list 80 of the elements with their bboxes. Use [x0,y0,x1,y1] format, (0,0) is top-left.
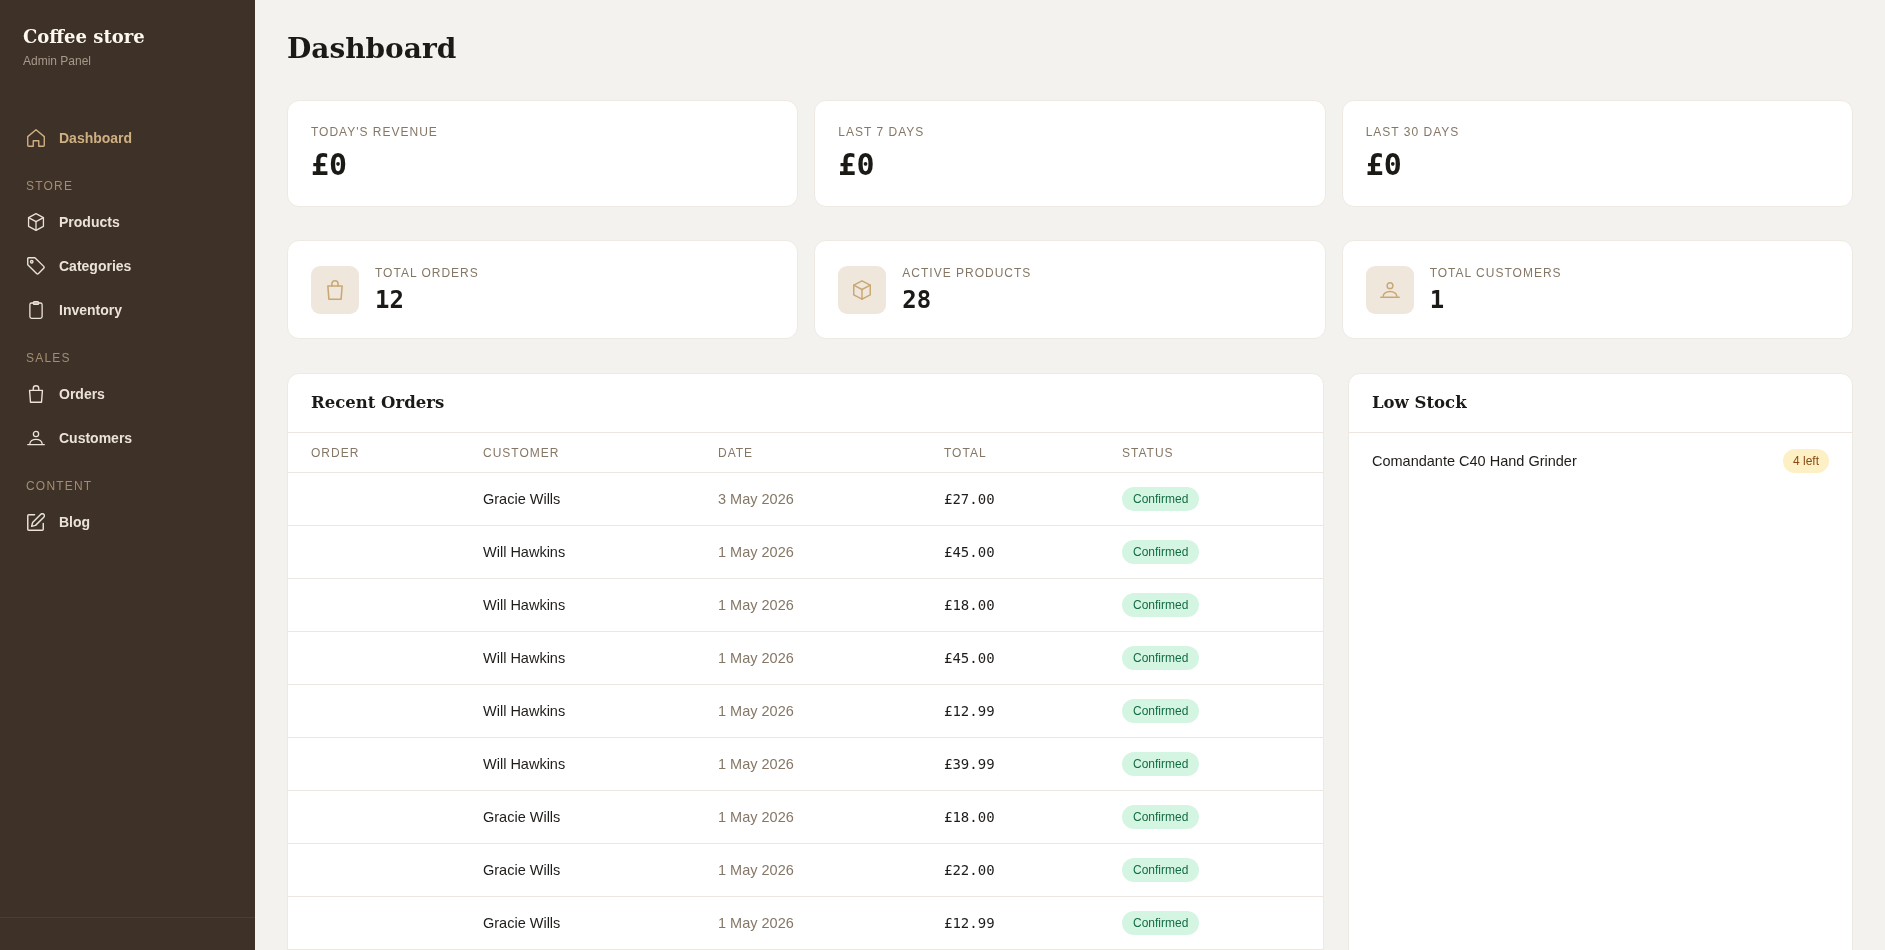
nav-item[interactable]: Products [16,200,131,244]
table-cell: £12.99 [944,914,995,932]
store-name: Coffee store [23,25,145,49]
nav-section-heading: CONTENT [26,478,93,494]
stat-label: TOTAL ORDERS [375,265,479,281]
table-cell: 1 May 2026 [718,808,794,826]
nav-item[interactable]: Inventory [16,288,133,332]
nav-item[interactable]: Dashboard [16,116,144,160]
shopping-bag-icon [27,385,45,403]
shopping-bag-icon [311,265,359,314]
box-icon [27,213,45,231]
table-cell: 1 May 2026 [718,914,794,932]
table-cell: Gracie Wills [483,914,561,932]
stat-label: ACTIVE PRODUCTS [902,265,1032,281]
status-badge: Confirmed [1122,752,1200,776]
panel-title: Low Stock [1372,392,1467,414]
status-badge: Confirmed [1122,540,1200,564]
table-cell: £45.00 [944,543,995,561]
house-icon [27,129,45,147]
person-icon [1365,265,1414,314]
stat-value: 1 [1429,286,1445,314]
stock-badge: 4 left [1783,449,1829,473]
column-header: DATE [718,444,754,461]
stat-label: TODAY'S REVENUE [311,124,438,140]
table-cell: 3 May 2026 [718,490,794,508]
person-icon [27,429,45,447]
table-cell: Gracie Wills [483,490,561,508]
table-cell: 1 May 2026 [718,543,794,561]
stat-label: LAST 30 DAYS [1365,124,1460,140]
status-badge: Confirmed [1122,858,1200,882]
table-cell: 1 May 2026 [718,649,794,667]
tag-icon [27,257,45,275]
pencil-square-icon [27,513,45,531]
nav-section-heading: SALES [26,350,71,366]
status-badge: Confirmed [1122,487,1200,511]
stat-value: 28 [902,286,932,314]
stat-value: £0 [1365,147,1402,183]
column-header: CUSTOMER [483,444,560,461]
status-badge: Confirmed [1122,593,1200,617]
table-cell: £22.00 [944,861,995,879]
nav-item[interactable]: Orders [16,372,116,416]
table-cell: £45.00 [944,649,995,667]
panel-subtitle: Admin Panel [23,53,92,69]
nav-item[interactable]: Blog [16,500,102,544]
nav-item[interactable]: Categories [16,244,143,288]
column-header: STATUS [1122,444,1174,461]
status-badge: Confirmed [1122,699,1200,723]
table-cell: £18.00 [944,596,995,614]
stat-value: £0 [311,147,348,183]
table-cell: Will Hawkins [483,702,566,720]
status-badge: Confirmed [1122,805,1200,829]
column-header: TOTAL [944,444,987,461]
panel-title: Recent Orders [311,392,445,414]
clipboard-icon [27,301,45,319]
column-header: ORDER [311,444,360,461]
stat-label: LAST 7 DAYS [838,124,925,140]
table-cell: £12.99 [944,702,995,720]
table-cell: 1 May 2026 [718,596,794,614]
table-cell: £18.00 [944,808,995,826]
status-badge: Confirmed [1122,911,1200,935]
table-cell: 1 May 2026 [718,861,794,879]
page-title: Dashboard [287,32,457,66]
table-cell: Will Hawkins [483,755,566,773]
box-icon [838,265,887,314]
stat-value: 12 [375,286,404,314]
stat-value: £0 [838,147,875,183]
table-cell: Will Hawkins [483,543,566,561]
nav-section-heading: STORE [26,178,74,194]
table-cell: 1 May 2026 [718,755,794,773]
table-cell: 1 May 2026 [718,702,794,720]
table-cell: Gracie Wills [483,808,561,826]
table-cell: Will Hawkins [483,649,566,667]
product-name: Comandante C40 Hand Grinder [1372,452,1577,470]
stat-label: TOTAL CUSTOMERS [1429,265,1562,281]
table-cell: Will Hawkins [483,596,566,614]
table-cell: £27.00 [944,490,995,508]
table-cell: Gracie Wills [483,861,561,879]
table-cell: £39.99 [944,755,995,773]
nav-item[interactable]: Customers [16,416,144,460]
status-badge: Confirmed [1122,646,1200,670]
